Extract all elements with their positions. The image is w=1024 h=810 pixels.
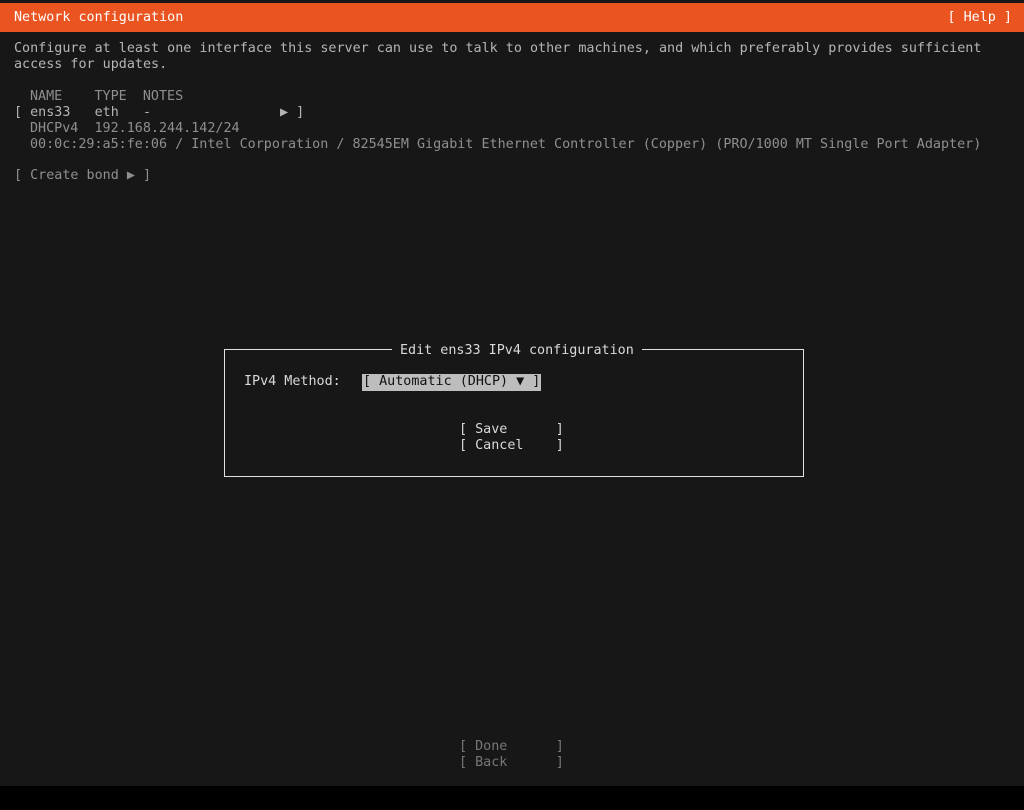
interface-row-ens33[interactable]: [ ens33 eth - ▶ ] — [14, 105, 304, 121]
intro-text-line-2: access for updates. — [14, 57, 168, 72]
ipv4-method-select[interactable]: [ Automatic (DHCP) ▼ ] — [362, 374, 542, 391]
dialog-title: Edit ens33 IPv4 configuration — [392, 343, 642, 359]
bottom-bar — [0, 786, 1024, 810]
cancel-button[interactable]: [ Cancel ] — [459, 438, 564, 454]
create-bond-button[interactable]: [ Create bond ▶ ] — [14, 168, 151, 184]
hardware-info-row: 00:0c:29:a5:fe:06 / Intel Corporation / … — [30, 137, 982, 152]
back-button[interactable]: [ Back ] — [459, 755, 564, 771]
dhcp-address-row: DHCPv4 192.168.244.142/24 — [30, 121, 240, 136]
save-button[interactable]: [ Save ] — [459, 422, 564, 438]
done-button[interactable]: [ Done ] — [459, 739, 564, 755]
ipv4-method-label: IPv4 Method: — [244, 374, 341, 389]
intro-text-line-1: Configure at least one interface this se… — [14, 41, 982, 56]
header-bar: Network configuration [ Help ] — [0, 3, 1024, 32]
installer-screen: Network configuration [ Help ] Configure… — [0, 0, 1024, 786]
help-button[interactable]: [ Help ] — [948, 10, 1013, 26]
page-title: Network configuration — [14, 10, 184, 25]
table-header: NAME TYPE NOTES — [30, 89, 184, 104]
ipv4-config-dialog — [224, 349, 804, 477]
